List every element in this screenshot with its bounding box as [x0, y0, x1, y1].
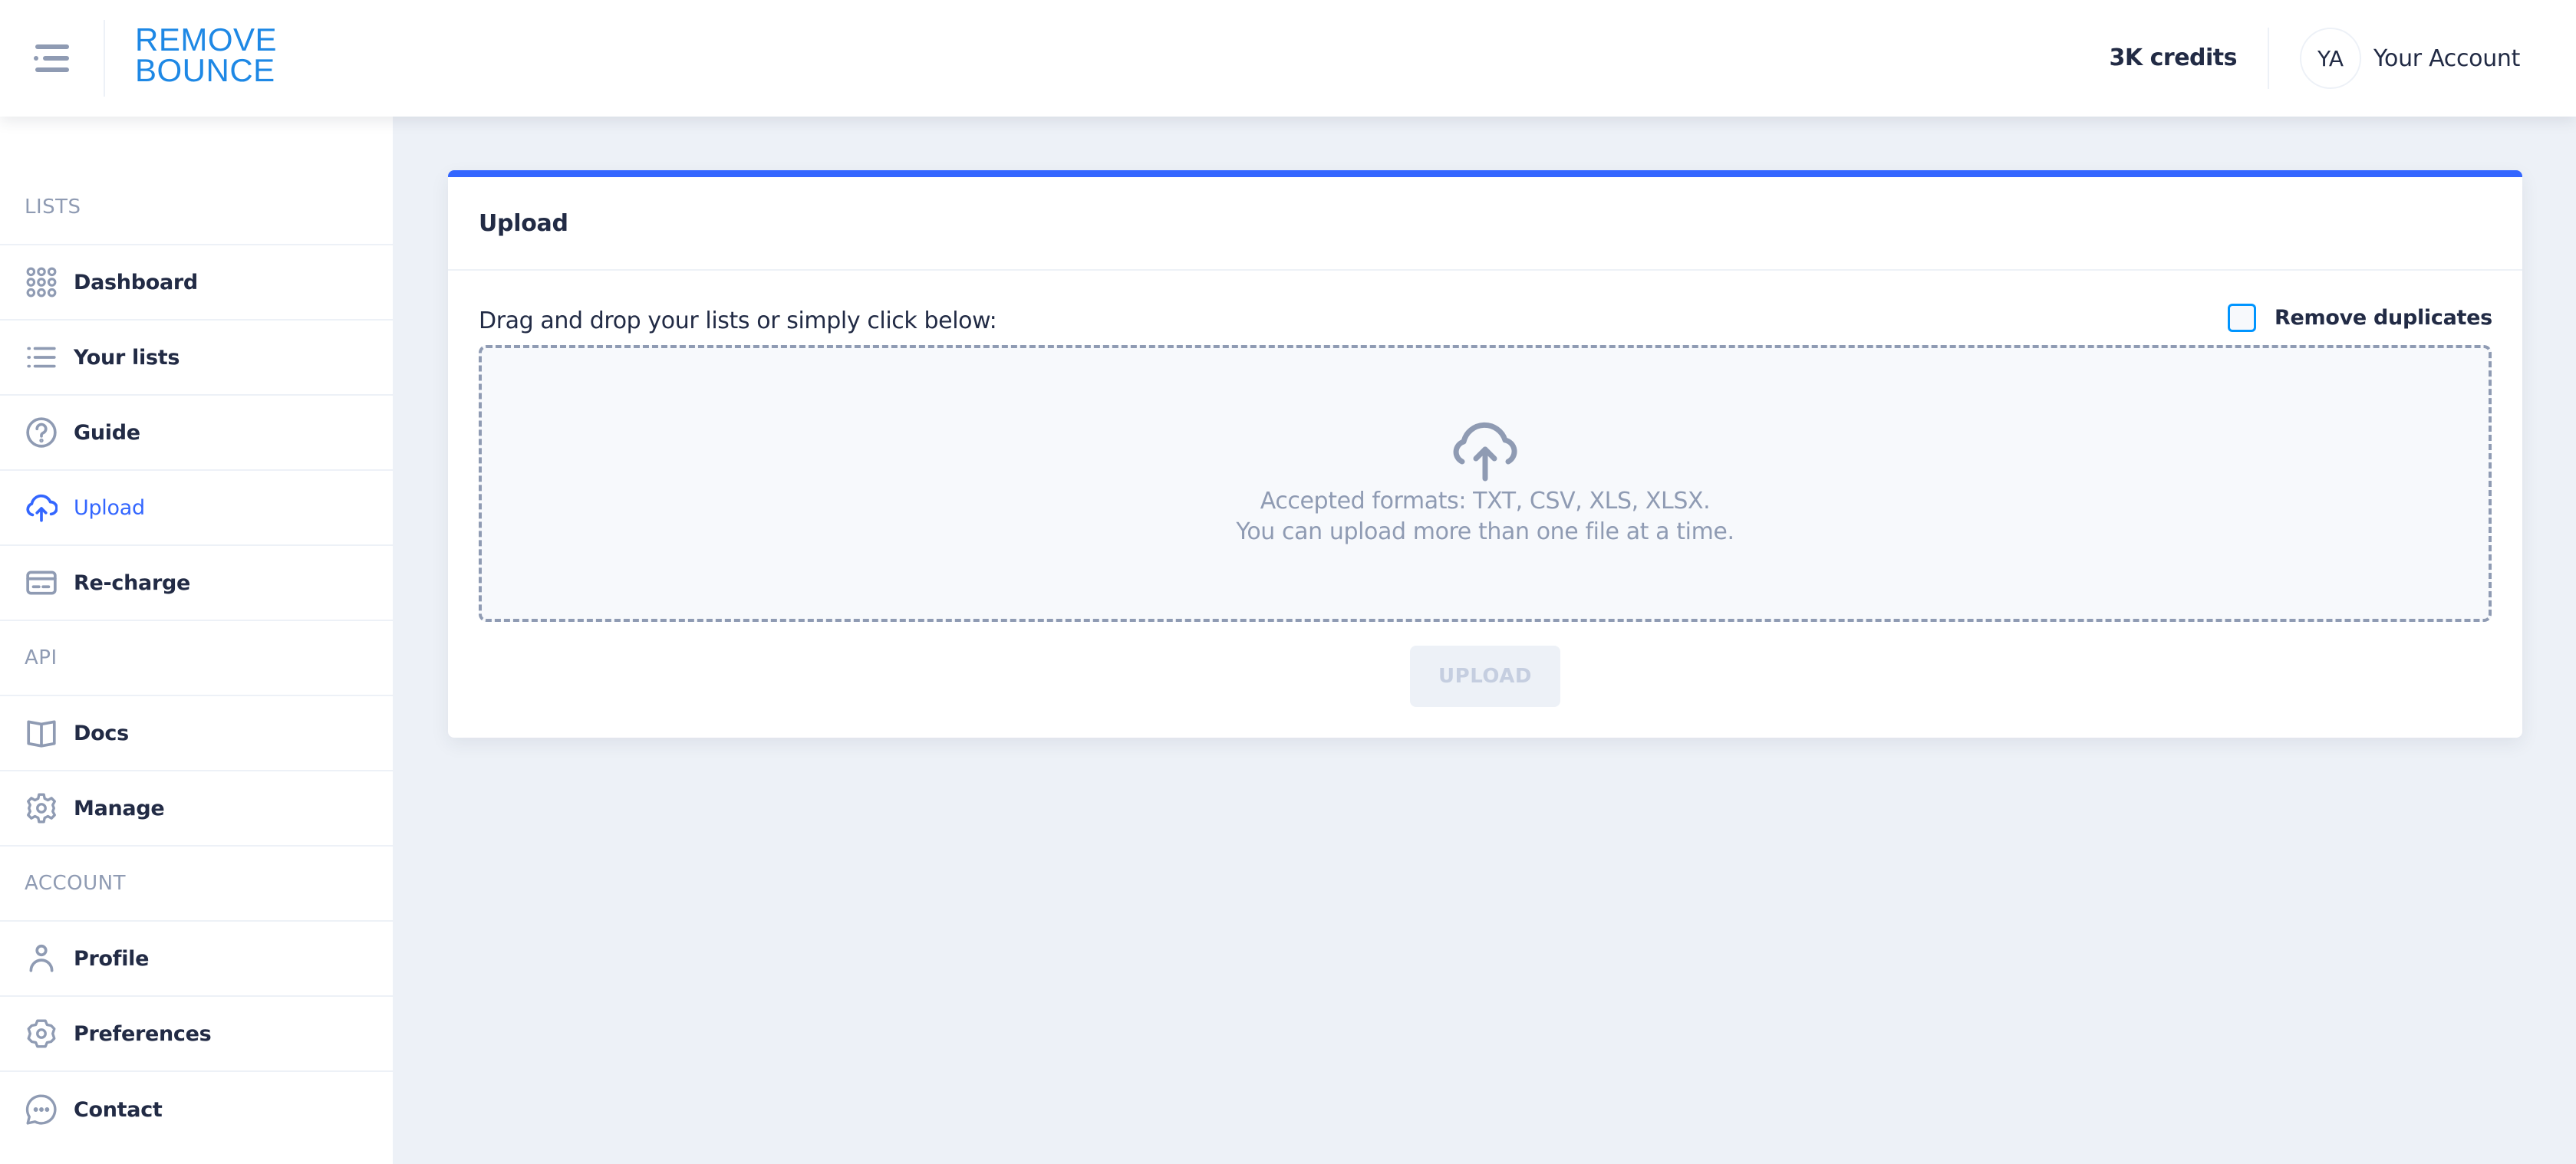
cloud-upload-icon — [25, 491, 58, 524]
multiple-files-text: You can upload more than one file at a t… — [1236, 518, 1734, 545]
sidebar-item-manage[interactable]: Manage — [0, 771, 393, 847]
logo-line-1: REMOVE — [135, 21, 278, 58]
sidebar-group-api: API — [0, 621, 393, 696]
sidebar-item-label: Upload — [74, 495, 145, 520]
menu-list-icon-line — [43, 56, 69, 61]
sidebar-item-label: Re-charge — [74, 570, 191, 595]
accepted-formats-text: Accepted formats: TXT, CSV, XLS, XLSX. — [1260, 488, 1711, 515]
sidebar-item-label: Dashboard — [74, 270, 198, 294]
sidebar-item-label: Profile — [74, 946, 150, 971]
sidebar: LISTS Dashboard Your lists Guide Upload … — [0, 117, 393, 1164]
dropzone-text: Accepted formats: TXT, CSV, XLS, XLSX. Y… — [482, 486, 2489, 547]
sidebar-item-preferences[interactable]: Preferences — [0, 997, 393, 1072]
credit-card-icon — [25, 566, 58, 600]
sidebar-item-profile[interactable]: Profile — [0, 922, 393, 997]
menu-list-icon-line — [35, 67, 69, 72]
sidebar-group-lists: LISTS — [0, 170, 393, 245]
remove-duplicates-label: Remove duplicates — [2275, 306, 2492, 330]
sidebar-item-dashboard[interactable]: Dashboard — [0, 245, 393, 321]
header-divider — [104, 20, 105, 97]
sidebar-item-upload[interactable]: Upload — [0, 471, 393, 546]
sidebar-item-label: Docs — [74, 721, 129, 745]
sidebar-item-guide[interactable]: Guide — [0, 396, 393, 471]
sidebar-group-label: LISTS — [25, 196, 81, 219]
sidebar-item-label: Preferences — [74, 1021, 212, 1046]
book-open-icon — [25, 716, 58, 750]
menu-list-icon — [35, 44, 69, 49]
sidebar-item-label: Your lists — [74, 345, 180, 370]
sidebar-item-contact[interactable]: Contact — [0, 1072, 393, 1147]
list-icon — [25, 340, 58, 374]
sidebar-item-recharge[interactable]: Re-charge — [0, 546, 393, 621]
menu-list-icon-dot — [34, 56, 38, 61]
upload-instructions: Drag and drop your lists or simply click… — [479, 307, 997, 334]
sidebar-group-account: ACCOUNT — [0, 847, 393, 922]
account-name: Your Account — [2373, 44, 2521, 72]
remove-duplicates-checkbox[interactable] — [2228, 304, 2256, 332]
sidebar-item-label: Manage — [74, 796, 165, 820]
sidebar-item-label: Guide — [74, 420, 140, 445]
logo[interactable]: REMOVE BOUNCE — [135, 21, 278, 88]
question-circle-icon — [25, 416, 58, 449]
upload-button[interactable]: UPLOAD — [1410, 646, 1560, 707]
header-divider — [2268, 28, 2269, 89]
grid-icon — [25, 265, 58, 299]
upload-card: Upload Drag and drop your lists or simpl… — [448, 170, 2522, 738]
person-icon — [25, 942, 58, 975]
sidebar-group-label: ACCOUNT — [25, 872, 126, 895]
avatar: YA — [2300, 28, 2361, 89]
gear-icon — [25, 791, 58, 825]
cloud-upload-icon — [1453, 422, 1517, 482]
sidebar-item-your-lists[interactable]: Your lists — [0, 321, 393, 396]
logo-line-2: BOUNCE — [135, 52, 275, 88]
message-circle-icon — [25, 1093, 58, 1126]
top-header: REMOVE BOUNCE 3K credits YA Your Account — [0, 0, 2576, 117]
sidebar-item-label: Contact — [74, 1097, 163, 1122]
credits-balance[interactable]: 3K credits — [2110, 41, 2238, 75]
card-title: Upload — [479, 209, 568, 237]
file-dropzone[interactable]: Accepted formats: TXT, CSV, XLS, XLSX. Y… — [479, 345, 2492, 622]
account-menu[interactable]: YA Your Account — [2300, 28, 2520, 89]
menu-toggle-button[interactable] — [34, 44, 71, 72]
settings-icon — [25, 1017, 58, 1051]
card-header: Upload — [448, 177, 2522, 271]
sidebar-item-docs[interactable]: Docs — [0, 696, 393, 771]
sidebar-group-label: API — [25, 646, 58, 669]
remove-duplicates-option[interactable]: Remove duplicates — [2228, 304, 2492, 332]
